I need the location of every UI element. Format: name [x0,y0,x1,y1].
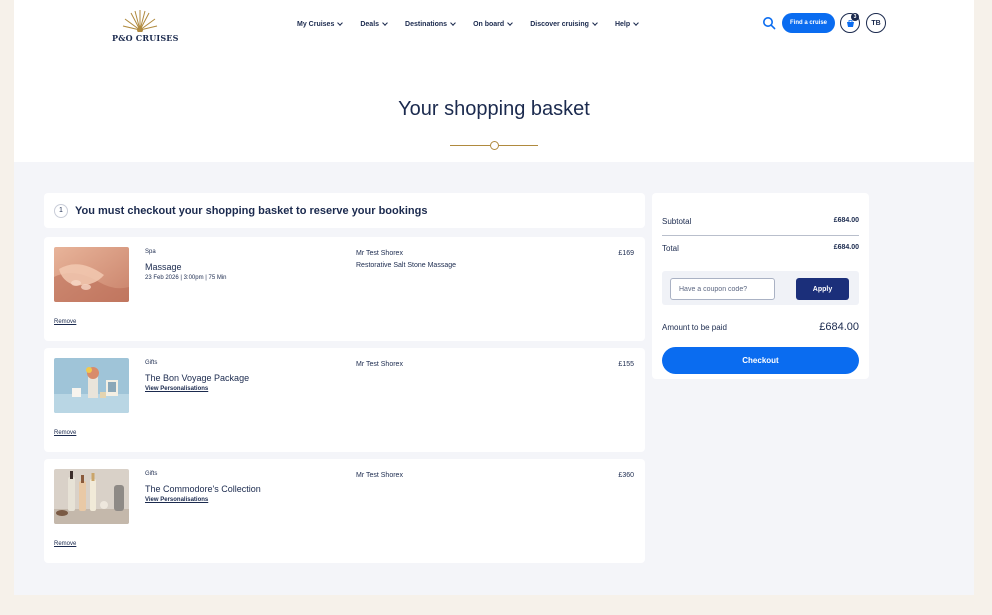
basket-item: Spa Massage 23 Feb 2026 | 3:00pm | 75 Mi… [44,237,645,341]
item-category: Spa [145,249,156,255]
amount-due-row: Amount to be paid £684.00 [662,321,859,333]
remove-item-link[interactable]: Remove [54,541,76,547]
item-category: Gifts [145,360,158,366]
checkout-notice: 1 You must checkout your shopping basket… [44,193,645,228]
view-personalisations-link[interactable]: View Personalisations [145,386,208,392]
user-avatar[interactable]: TB [866,13,886,33]
chevron-down-icon [382,20,388,26]
notice-text: You must checkout your shopping basket t… [75,204,428,217]
item-name: The Bon Voyage Package [145,373,250,383]
remove-item-link[interactable]: Remove [54,430,76,436]
remove-item-link[interactable]: Remove [54,319,76,325]
total-label: Total [662,244,679,253]
apply-coupon-button[interactable]: Apply [796,278,849,300]
nav-label: Destinations [405,20,448,28]
subtotal-value: £684.00 [833,217,859,224]
checkout-button[interactable]: Checkout [662,347,859,374]
subtotal-row: Subtotal £684.00 [662,217,859,226]
item-price: £169 [618,250,634,257]
item-guest-name: Mr Test Shorex [356,472,403,479]
basket-button[interactable]: 3 [840,13,860,33]
nav-my-cruises[interactable]: My Cruises [297,18,344,30]
coupon-section: Apply [662,271,859,305]
nav-on-board[interactable]: On board [473,18,514,30]
logo-text: P&O CRUISES [112,33,179,43]
item-category: Gifts [145,471,158,477]
basket-count-badge: 3 [851,13,859,21]
item-price: £155 [618,361,634,368]
wine-collection-image [54,469,129,524]
step-number-badge: 1 [54,203,68,218]
item-treatment-name: Restorative Salt Stone Massage [356,262,456,269]
title-divider [450,141,538,150]
nav-deals[interactable]: Deals [360,18,388,30]
chevron-down-icon [507,20,514,26]
item-name: Massage [145,262,182,272]
item-guest-name: Mr Test Shorex [356,250,403,257]
nav-label: On board [473,20,505,28]
nav-label: Discover cruising [530,20,589,28]
brand-logo[interactable]: P&O CRUISES [112,8,179,44]
search-icon[interactable] [762,16,776,30]
basket-item: Gifts The Commodore's Collection View Pe… [44,459,645,563]
subtotal-label: Subtotal [662,217,692,226]
item-name: The Commodore's Collection [145,484,261,494]
amount-due-value: £684.00 [819,321,859,333]
nav-label: My Cruises [297,20,335,28]
nav-discover-cruising[interactable]: Discover cruising [530,18,598,30]
chevron-down-icon [337,20,344,26]
view-personalisations-link[interactable]: View Personalisations [145,497,208,503]
chevron-down-icon [592,20,598,26]
gift-package-image [54,358,129,413]
main-nav: My Cruises Deals Destinations On board D… [297,18,656,30]
basket-item: Gifts The Bon Voyage Package View Person… [44,348,645,452]
nav-destinations[interactable]: Destinations [405,18,456,30]
total-row: Total £684.00 [662,244,859,253]
find-a-cruise-button[interactable]: Find a cruise [782,13,835,33]
sunburst-icon [122,10,158,32]
page-header: P&O CRUISES My Cruises Deals Destination… [14,0,974,162]
coupon-code-input[interactable] [670,278,775,300]
summary-divider [662,235,859,236]
order-summary: Subtotal £684.00 Total £684.00 Apply Amo… [652,193,869,379]
massage-image [54,247,129,302]
item-booking-detail: 23 Feb 2026 | 3:00pm | 75 Min [145,275,227,281]
total-value: £684.00 [833,244,859,251]
chevron-down-icon [633,20,639,26]
amount-due-label: Amount to be paid [662,322,727,332]
nav-label: Deals [360,20,380,28]
nav-help[interactable]: Help [614,18,639,30]
item-guest-name: Mr Test Shorex [356,361,403,368]
page-container: P&O CRUISES My Cruises Deals Destination… [14,0,974,595]
page-title: Your shopping basket [398,98,590,120]
chevron-down-icon [450,20,456,26]
item-price: £360 [618,472,634,479]
nav-label: Help [614,20,631,28]
